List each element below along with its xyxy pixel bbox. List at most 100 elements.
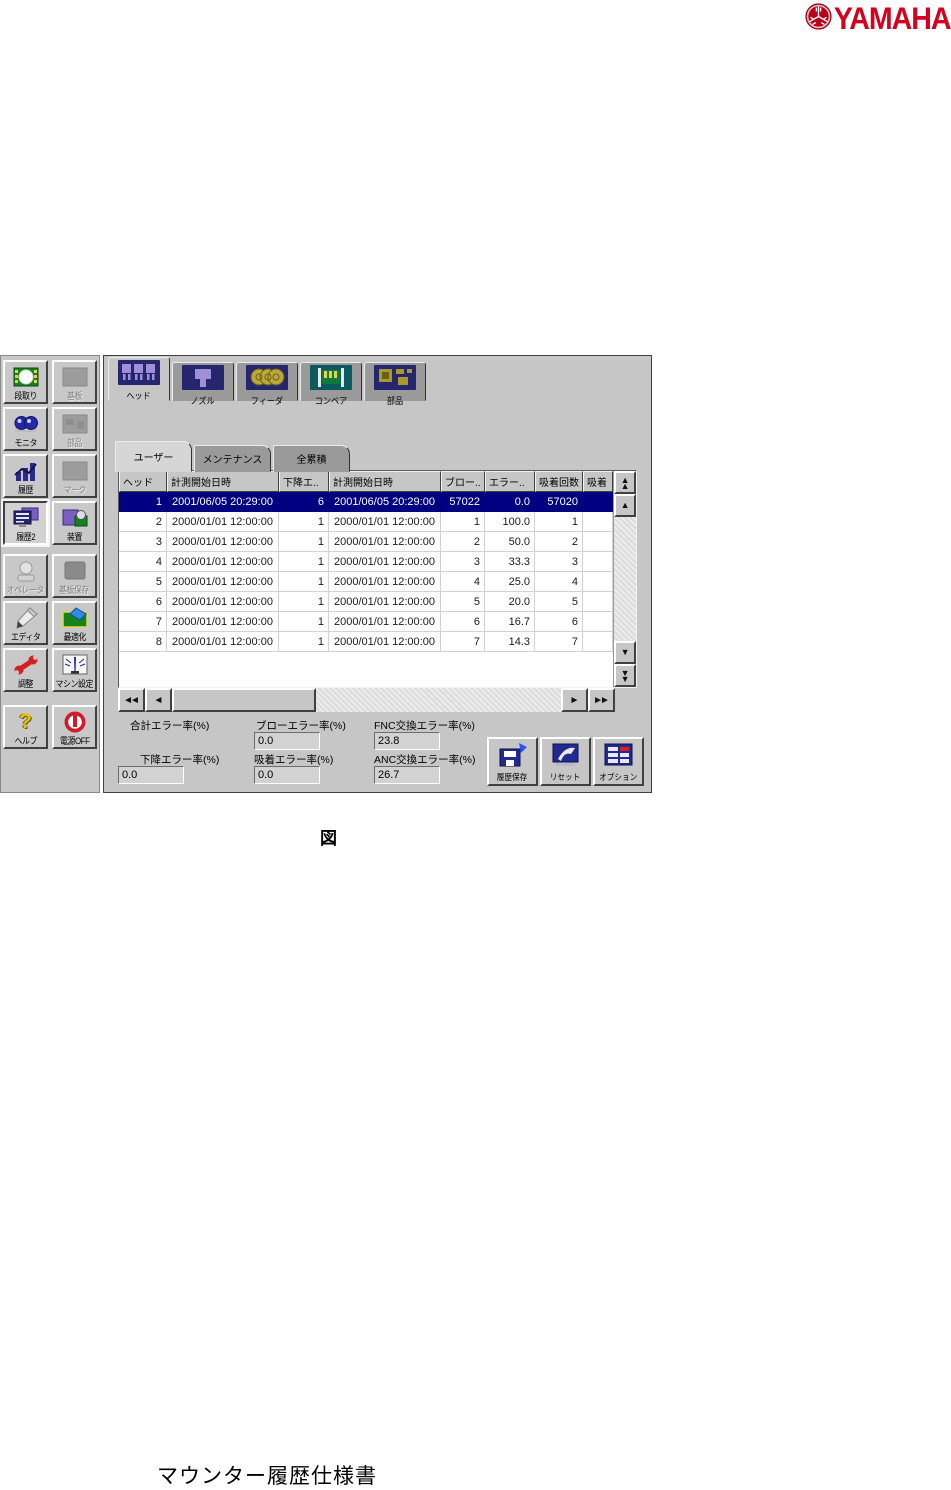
sidebar-item-label: 最適化 <box>63 632 86 642</box>
scroll-up-button[interactable]: ▲ <box>614 494 636 517</box>
sidebar-item-label: 段取り <box>14 391 37 401</box>
table-row[interactable]: 1 2001/06/05 20:29:00 6 2001/06/05 20:29… <box>119 492 614 512</box>
scroll-end-button[interactable]: ►► <box>588 688 615 712</box>
table-row[interactable]: 4 2000/01/01 12:00:00 1 2000/01/01 12:00… <box>119 552 614 572</box>
descent-error-rate-value: 0.0 <box>118 766 184 784</box>
column-header: 計測開始日時 <box>167 471 279 492</box>
reset-button[interactable]: リセット <box>540 737 591 786</box>
horizontal-scrollbar[interactable]: ◄◄ ◄ ► ►► <box>118 688 615 712</box>
column-header: 計測開始日時 <box>329 471 441 492</box>
tab-strip: ヘッド ノズル フィーダ コンベア 部品 <box>108 357 426 406</box>
cell: 3 <box>119 532 167 552</box>
table-row[interactable]: 2 2000/01/01 12:00:00 1 2000/01/01 12:00… <box>119 512 614 532</box>
sidebar-item-mark: マーク <box>52 454 97 498</box>
descent-error-rate-label: 下降エラー率(%) <box>140 754 220 766</box>
sidebar-item-history[interactable]: 履歴 <box>3 454 48 498</box>
tab-parts[interactable]: 部品 <box>364 362 426 406</box>
scroll-home-button[interactable]: ◄◄ <box>118 688 145 712</box>
history-icon <box>5 456 46 485</box>
subtab-label: ユーザー <box>133 453 174 464</box>
cell: 2001/06/05 20:29:00 <box>167 492 279 512</box>
sidebar-item-label: マシン設定 <box>55 679 94 689</box>
subtab-label: メンテナンス <box>202 455 263 466</box>
cell: 2 <box>441 532 485 552</box>
power-off-icon <box>54 707 95 736</box>
cell: 2000/01/01 12:00:00 <box>167 592 279 612</box>
sidebar-item-editor[interactable]: エディタ <box>3 601 48 645</box>
vertical-scrollbar[interactable]: ▲ ▲ ▲ ▼ ▼ ▼ <box>613 471 636 687</box>
table-row[interactable]: 6 2000/01/01 12:00:00 1 2000/01/01 12:00… <box>119 592 614 612</box>
optimize-icon <box>54 603 95 632</box>
column-header: エラー.. <box>485 471 535 492</box>
sidebar-item-history2[interactable]: 履歴2 <box>3 501 48 545</box>
operator-icon <box>5 556 46 585</box>
pickup-error-rate-label: 吸着エラー率(%) <box>254 754 334 766</box>
tab-feeder[interactable]: フィーダ <box>236 362 298 406</box>
cell <box>583 632 614 652</box>
scroll-top-button[interactable]: ▲ ▲ <box>614 471 636 494</box>
subtab-label: 全累積 <box>296 455 327 466</box>
tab-head[interactable]: ヘッド <box>108 357 170 401</box>
save-history-button[interactable]: 履歴保存 <box>487 737 538 786</box>
cell: 50.0 <box>485 532 535 552</box>
double-arrow-left-icon: ◄◄ <box>123 694 140 706</box>
cell: 1 <box>279 532 329 552</box>
tab-nozzle[interactable]: ノズル <box>172 362 234 406</box>
options-icon <box>604 742 634 773</box>
cell: 6 <box>119 592 167 612</box>
double-arrow-up-icon: ▲ ▲ <box>620 474 630 491</box>
sidebar-item-label: 履歴2 <box>16 532 35 542</box>
cell: 2000/01/01 12:00:00 <box>329 552 441 572</box>
board-save-icon <box>54 556 95 585</box>
reset-icon <box>551 742 581 773</box>
sidebar-item-adjust[interactable]: 調整 <box>3 648 48 692</box>
cell <box>583 592 614 612</box>
sidebar-item-machine-settings[interactable]: マシン設定 <box>52 648 97 692</box>
sidebar-item-setup[interactable]: 段取り <box>3 360 48 404</box>
vertical-scroll-track[interactable] <box>614 517 636 641</box>
subtab-maintenance[interactable]: メンテナンス <box>194 445 271 472</box>
scroll-left-button[interactable]: ◄ <box>145 688 172 712</box>
horizontal-scroll-thumb[interactable] <box>172 688 316 712</box>
scroll-down-button[interactable]: ▼ <box>614 641 636 664</box>
cell: 8 <box>119 632 167 652</box>
cell: 2000/01/01 12:00:00 <box>329 612 441 632</box>
cell: 4 <box>119 552 167 572</box>
cell: 2000/01/01 12:00:00 <box>329 532 441 552</box>
parts-icon <box>54 409 95 438</box>
sidebar-item-label: 部品 <box>67 438 82 448</box>
scroll-right-button[interactable]: ► <box>561 688 588 712</box>
sidebar-item-device[interactable]: 装置 <box>52 501 97 545</box>
cell: 2000/01/01 12:00:00 <box>329 512 441 532</box>
anc-error-rate-label: ANC交換エラー率(%) <box>374 754 476 766</box>
double-arrow-right-icon: ►► <box>593 694 610 706</box>
arrow-up-icon: ▲ <box>620 500 630 510</box>
sidebar-item-monitor[interactable]: モニタ <box>3 407 48 451</box>
head-icon <box>118 360 160 390</box>
figure-caption: 図 <box>320 829 337 848</box>
table-header-row: ヘッド 計測開始日時 下降エ.. 計測開始日時 ブロー.. エラー.. 吸着回数… <box>119 471 614 492</box>
device-icon <box>54 503 95 532</box>
subtab-cumulative[interactable]: 全累積 <box>273 445 350 472</box>
table-row[interactable]: 7 2000/01/01 12:00:00 1 2000/01/01 12:00… <box>119 612 614 632</box>
cell: 20.0 <box>485 592 535 612</box>
sidebar-item-help[interactable]: ? ヘルプ <box>3 705 48 749</box>
scroll-bottom-button[interactable]: ▼ ▼ <box>614 664 636 687</box>
horizontal-scroll-track[interactable] <box>316 688 561 712</box>
column-header: 下降エ.. <box>279 471 329 492</box>
cell: 4 <box>535 572 583 592</box>
cell: 2000/01/01 12:00:00 <box>329 632 441 652</box>
sidebar-item-power-off[interactable]: 電源OFF <box>52 705 97 749</box>
machine-settings-icon <box>54 650 95 679</box>
table-row[interactable]: 3 2000/01/01 12:00:00 1 2000/01/01 12:00… <box>119 532 614 552</box>
table-row[interactable]: 8 2000/01/01 12:00:00 1 2000/01/01 12:00… <box>119 632 614 652</box>
cell: 25.0 <box>485 572 535 592</box>
help-icon: ? <box>19 709 32 733</box>
cell: 7 <box>535 632 583 652</box>
sidebar-item-optimize[interactable]: 最適化 <box>52 601 97 645</box>
table-row[interactable]: 5 2000/01/01 12:00:00 1 2000/01/01 12:00… <box>119 572 614 592</box>
options-button[interactable]: オプション <box>593 737 644 786</box>
subtab-user[interactable]: ユーザー <box>115 441 192 472</box>
tab-conveyor[interactable]: コンベア <box>300 362 362 406</box>
sidebar-item-label: エディタ <box>10 632 41 642</box>
